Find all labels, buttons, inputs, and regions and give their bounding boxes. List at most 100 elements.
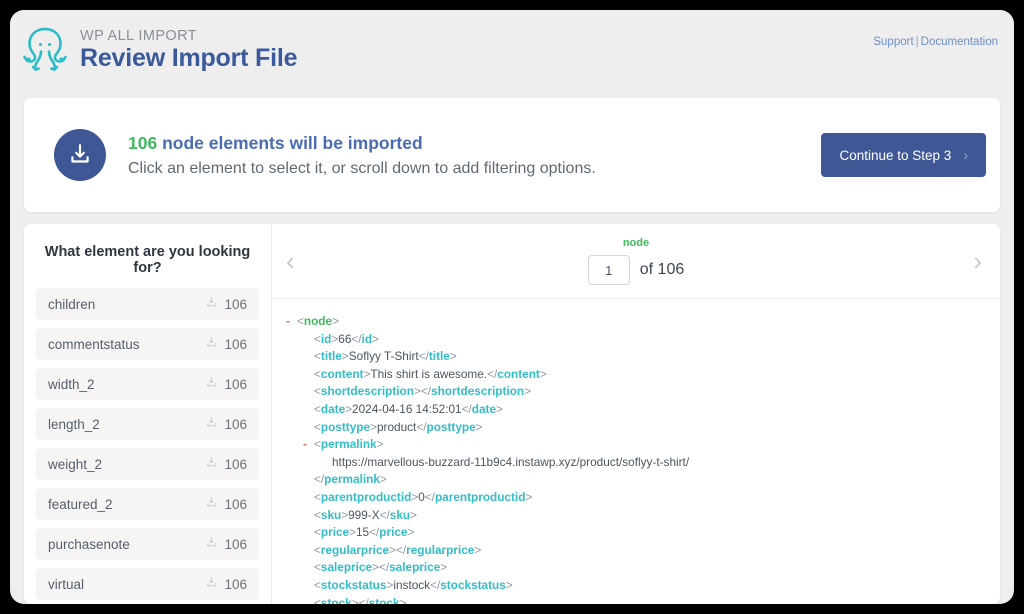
xml-punc: </ [430,577,441,592]
xml-line[interactable]: <stock></stock> [286,595,982,605]
download-icon [205,416,218,432]
xml-tag: price [379,525,408,540]
xml-line[interactable]: <sku>999-X</sku> [286,507,982,525]
xml-punc: </ [395,542,407,557]
xml-punc: > [389,542,396,557]
xml-line[interactable]: - <node> [286,313,982,331]
element-count: 106 [205,576,247,592]
xml-line[interactable]: <price>15</price> [286,524,982,542]
node-pager: ‹ node of 106 › [272,224,1000,299]
xml-tag: parentproductid [434,489,526,504]
chevron-left-icon[interactable]: ‹ [286,248,295,274]
xml-preview[interactable]: - <node> <id>66</id> <title>Soflyy T-Shirt<… [272,299,1000,604]
element-name: featured_2 [48,496,113,512]
xml-punc: > [372,331,379,346]
xml-tag: date [471,401,497,416]
xml-punc: < [297,314,304,328]
element-row[interactable]: featured_2 106 [36,488,259,520]
download-icon [205,296,218,312]
element-row[interactable]: weight_2 106 [36,448,259,480]
download-icon [205,376,218,392]
xml-punc: > [505,577,513,592]
xml-punc: > [407,525,415,540]
xml-val: 2024-04-16 14:52:01 [352,401,462,416]
page-number-input[interactable] [587,255,630,285]
element-count: 106 [205,416,247,432]
import-summary-banner: 106 node elements will be imported Click… [24,98,1000,212]
xml-punc: > [379,472,387,487]
collapse-toggle-icon[interactable]: - [286,313,297,331]
xml-line[interactable]: <saleprice></saleprice> [286,559,982,577]
element-name: weight_2 [48,456,103,472]
xml-line[interactable]: <posttype>product</posttype> [286,419,982,437]
links-separator: | [915,36,919,48]
element-name: purchasenote [48,536,130,552]
xml-punc: < [314,331,321,346]
xml-tag: stock [368,595,400,605]
xml-tag: posttype [320,419,371,434]
xml-punc: </ [461,401,472,416]
xml-line[interactable]: <id>66</id> [286,331,982,349]
element-name: children [48,296,96,312]
node-preview-panel: ‹ node of 106 › -<node><id>66</id><title… [272,224,1000,604]
chevron-right-icon[interactable]: › [973,248,982,274]
element-row[interactable]: commentstatus 106 [36,328,259,360]
xml-punc: </ [369,525,380,540]
xml-line[interactable]: <stockstatus>instock</stockstatus> [286,577,982,595]
xml-tag: regularprice [406,542,475,557]
brand-text: WP ALL IMPORT Review Import File [80,27,297,72]
xml-tag: stock [320,595,352,605]
collapse-toggle-icon[interactable]: - [303,436,314,454]
xml-line[interactable]: </permalink> [286,471,982,489]
xml-punc: > [351,595,359,605]
xml-line[interactable]: - <permalink> [286,436,982,454]
xml-punc: </ [418,349,429,364]
xml-punc: < [314,507,321,522]
xml-val: instock [393,577,431,592]
xml-line[interactable]: <regularprice></regularprice> [286,542,982,560]
element-count-value: 106 [224,336,247,352]
element-row[interactable]: purchasenote 106 [36,528,259,560]
xml-line[interactable]: <parentproductid>0</parentproductid> [286,489,982,507]
xml-val: This shirt is awesome. [370,366,488,381]
brand-kicker: WP ALL IMPORT [80,27,197,44]
documentation-link[interactable]: Documentation [921,36,998,48]
xml-line[interactable]: <shortdescription></shortdescription> [286,383,982,401]
element-row[interactable]: virtual 106 [36,568,259,600]
xml-punc: < [314,577,321,592]
xml-line[interactable]: <content>This shirt is awesome.</content… [286,366,982,384]
xml-line[interactable]: <title>Soflyy T-Shirt</title> [286,348,982,366]
download-icon [205,536,218,552]
element-name: width_2 [48,376,95,392]
sidebar-title: What element are you looking for? [44,244,251,276]
support-link[interactable]: Support [873,36,913,48]
element-row[interactable]: length_2 106 [36,408,259,440]
element-count: 106 [205,336,247,352]
xml-punc: </ [351,331,362,346]
xml-val: 15 [355,525,370,540]
element-name: length_2 [48,416,100,432]
xml-tag: permalink [320,437,377,452]
xml-val: 999-X [348,507,380,522]
continue-to-step-3-button[interactable]: Continue to Step 3 › [821,133,986,177]
xml-line[interactable]: <date>2024-04-16 14:52:01</date> [286,401,982,419]
xml-punc: < [314,384,321,399]
xml-punc: < [314,595,321,605]
xml-punc: </ [314,472,325,487]
xml-tag: title [320,349,342,364]
xml-line[interactable]: https://marvellous-buzzard-11b9c4.instaw… [286,454,982,472]
download-tray-icon [54,129,106,181]
xml-punc: > [496,401,503,416]
element-name: commentstatus [48,336,140,352]
xml-punc: > [399,595,407,605]
continue-button-label: Continue to Step 3 [839,147,952,163]
element-row[interactable]: width_2 106 [36,368,259,400]
xml-tag: shortdescription [431,384,525,399]
element-row[interactable]: children 106 [36,288,259,320]
xml-tag: posttype [426,419,476,434]
xml-punc: > [370,419,377,434]
xml-punc: </ [420,384,432,399]
xml-punc: < [314,560,321,575]
xml-tag: title [428,349,450,364]
element-count-value: 106 [224,576,247,592]
